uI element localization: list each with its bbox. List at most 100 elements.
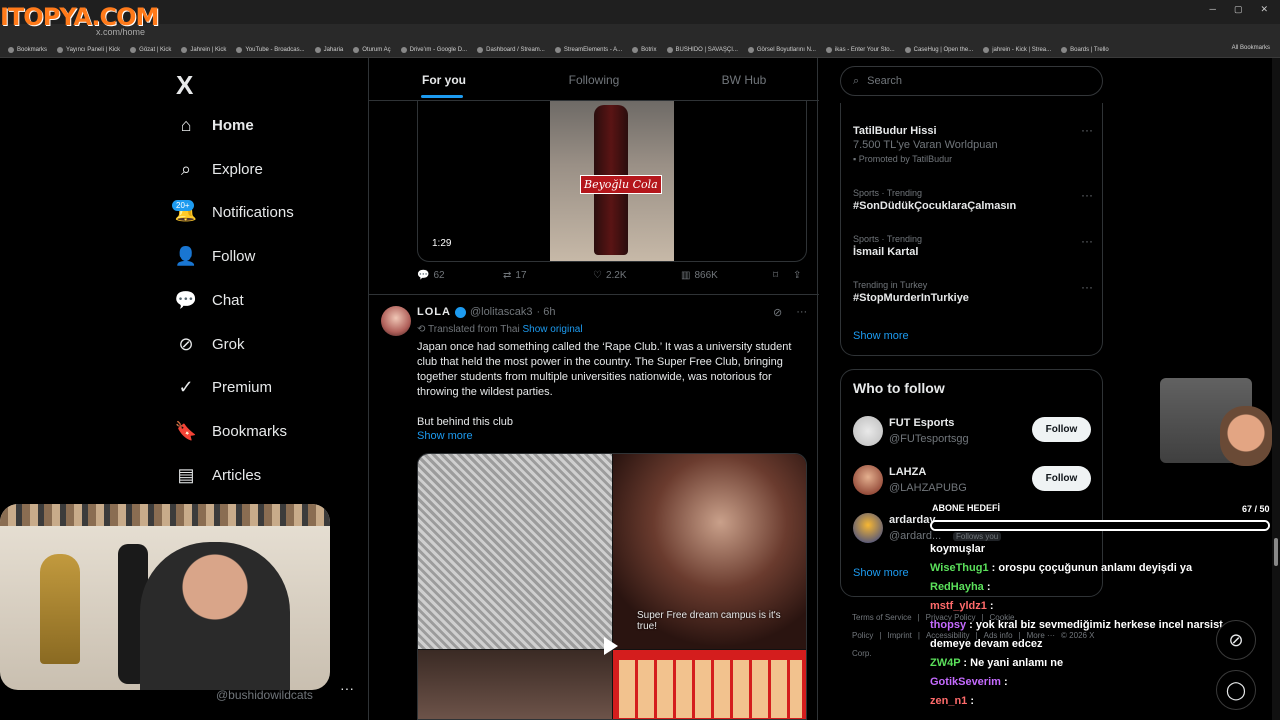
maximize-icon[interactable]: ▢	[1234, 4, 1243, 15]
media-video[interactable]: Super Free dream campus is it's true!	[613, 454, 806, 649]
tab-label: Following	[568, 73, 620, 87]
nav-item-grok[interactable]: ⊘ Grok	[176, 334, 244, 354]
play-icon[interactable]	[604, 637, 618, 655]
address-bar[interactable]: x.com/home	[0, 24, 1280, 42]
footer-separator: |	[879, 631, 882, 640]
avatar[interactable]	[853, 465, 883, 495]
bookmark-item[interactable]: Oturum Aç	[353, 46, 391, 53]
post-video[interactable]: Beyoğlu Cola 1:29	[417, 101, 807, 262]
tab-bw-hub[interactable]: BW Hub	[669, 58, 819, 100]
chat-username: WiseThug1	[930, 562, 989, 574]
search-input[interactable]: ⌕ Search	[840, 66, 1103, 96]
tab-label: BW Hub	[721, 73, 767, 87]
bookmark-item[interactable]: ikas - Enter Your Sto...	[825, 46, 895, 53]
minimize-icon[interactable]: ─	[1210, 4, 1216, 15]
like-button[interactable]: ♡ 2.2K	[593, 270, 681, 281]
wtf-show-more-link[interactable]: Show more	[853, 567, 909, 579]
show-original-link[interactable]: Show original	[523, 324, 583, 335]
nav-item-notifications[interactable]: 🔔 Notifications	[175, 202, 294, 222]
bookmark-item[interactable]: BUSHIDO | SAVAŞÇI...	[666, 46, 738, 53]
bookmark-favicon-icon	[632, 46, 639, 53]
bookmark-label: Drive'ım - Google D...	[409, 46, 468, 53]
post-media-grid[interactable]: Super Free dream campus is it's true!	[417, 453, 807, 720]
bookmark-item[interactable]: Drive'ım - Google D...	[400, 46, 468, 53]
trend-item[interactable]: Trending in Turkey #StopMurderInTurkiye ··…	[853, 280, 1093, 304]
follow-button[interactable]: Follow	[1032, 466, 1091, 491]
account-more-icon[interactable]: ···	[340, 680, 354, 696]
nav-item-articles[interactable]: ▤ Articles	[176, 465, 261, 485]
bookmark-item[interactable]: Gözat | Kick	[130, 46, 171, 53]
bookmarks-bar: Bookmarks Yayıncı Paneli | Kick Gözat | Ki…	[0, 42, 1280, 58]
bookmark-item[interactable]: Yayıncı Paneli | Kick	[57, 46, 120, 53]
avatar[interactable]	[381, 306, 411, 336]
x-logo-icon[interactable]: X	[176, 70, 193, 101]
stream-widget	[1160, 378, 1275, 498]
media-image[interactable]	[418, 454, 612, 649]
bookmark-item[interactable]: StreamElements - A...	[554, 46, 622, 53]
translation-note: ⟲ Translated from Thai Show original	[417, 324, 583, 335]
webcam-person	[140, 542, 290, 690]
bookmark-label: CaseHug | Open the...	[913, 46, 974, 53]
bookmark-item[interactable]: jahrein - Kick | Strea...	[983, 46, 1051, 53]
bookmark-item[interactable]: YouTube - Broadcas...	[236, 46, 305, 53]
author-handle[interactable]: @lolitascak3	[470, 306, 533, 318]
trend-item[interactable]: Sports · Trending #SonDüdükÇocuklaraÇalma…	[853, 188, 1093, 212]
tab-following[interactable]: Following	[519, 58, 669, 100]
post-time[interactable]: · 6h	[536, 306, 555, 318]
post-text-paragraph: But behind this club	[417, 416, 514, 428]
bookmark-item[interactable]: Bookmarks	[8, 46, 47, 53]
footer-link[interactable]: Imprint	[887, 631, 911, 640]
author-name[interactable]: LOLA	[417, 306, 451, 318]
nav-item-explore[interactable]: ⌕ Explore	[176, 159, 263, 179]
more-icon[interactable]: ···	[1081, 123, 1093, 137]
nav-item-follow[interactable]: 👤 Follow	[175, 246, 256, 266]
grok-fab-icon[interactable]: ⊘	[1216, 620, 1256, 660]
avatar[interactable]	[853, 416, 883, 446]
bookmark-favicon-icon	[554, 46, 561, 53]
more-icon[interactable]: ···	[1081, 188, 1093, 202]
follow-suggestion[interactable]: FUT Esports @FUTesportsgg Follow	[853, 414, 1093, 450]
repost-button[interactable]: ⇄ 17	[503, 270, 593, 281]
bookmark-item[interactable]: Jahrein | Kick	[181, 46, 226, 53]
grok-icon[interactable]: ⊘	[773, 306, 782, 319]
trend-context: Sports · Trending	[853, 234, 923, 244]
all-bookmarks-button[interactable]: All Bookmarks	[1232, 45, 1270, 51]
scrollbar[interactable]	[1272, 58, 1280, 720]
media-image[interactable]	[613, 650, 806, 719]
follow-button[interactable]: Follow	[1032, 417, 1091, 442]
bookmark-item[interactable]: Botrix	[632, 46, 657, 53]
messages-fab-icon[interactable]: ◯	[1216, 670, 1256, 710]
scrollbar-thumb[interactable]	[1274, 538, 1278, 566]
close-icon[interactable]: ✕	[1260, 4, 1268, 15]
bookmark-item[interactable]: Jaharia	[314, 46, 344, 53]
bookmark-item[interactable]: Boards | Trello	[1061, 46, 1109, 53]
avatar[interactable]	[853, 513, 883, 543]
trends-show-more-link[interactable]: Show more	[853, 330, 909, 342]
tab-for-you[interactable]: For you	[369, 58, 519, 100]
more-icon[interactable]: ···	[1081, 234, 1093, 248]
nav-item-chat[interactable]: 💬 Chat	[175, 290, 244, 310]
bookmark-button[interactable]: ⌑	[773, 270, 793, 281]
nav-item-bookmarks[interactable]: 🔖 Bookmarks	[175, 421, 287, 441]
article-icon: ▤	[177, 464, 195, 485]
bookmark-item[interactable]: CaseHug | Open the...	[904, 46, 974, 53]
chat-username: mstf_yldz1	[930, 600, 987, 612]
nav-item-home[interactable]: ⌂ Home	[176, 115, 254, 135]
bookmark-item[interactable]: Görsel Boyutlarını N...	[747, 46, 816, 53]
trend-item[interactable]: TatilBudur Hissi 7.500 TL'ye Varan Worldp…	[853, 123, 1093, 164]
views-button[interactable]: ▥ 866K	[681, 270, 773, 281]
bookmark-label: Jaharia	[323, 46, 344, 53]
footer-link[interactable]: Terms of Service	[852, 613, 912, 622]
show-more-link[interactable]: Show more	[417, 430, 473, 442]
more-icon[interactable]: ···	[796, 306, 807, 319]
media-image[interactable]	[418, 650, 612, 719]
nav-item-premium[interactable]: ✓ Premium	[176, 377, 272, 397]
share-button[interactable]: ⇪	[793, 270, 801, 281]
account-handle[interactable]: @bushidowildcats	[216, 688, 313, 702]
bookmark-item[interactable]: Dashboard / Stream...	[477, 46, 545, 53]
follow-suggestion[interactable]: LAHZA @LAHZAPUBG Follow	[853, 463, 1093, 499]
verified-icon: ✓	[178, 376, 194, 397]
more-icon[interactable]: ···	[1081, 280, 1093, 294]
trend-item[interactable]: Sports · Trending İsmail Kartal ···	[853, 234, 1093, 258]
reply-button[interactable]: 💬 62	[417, 270, 503, 281]
